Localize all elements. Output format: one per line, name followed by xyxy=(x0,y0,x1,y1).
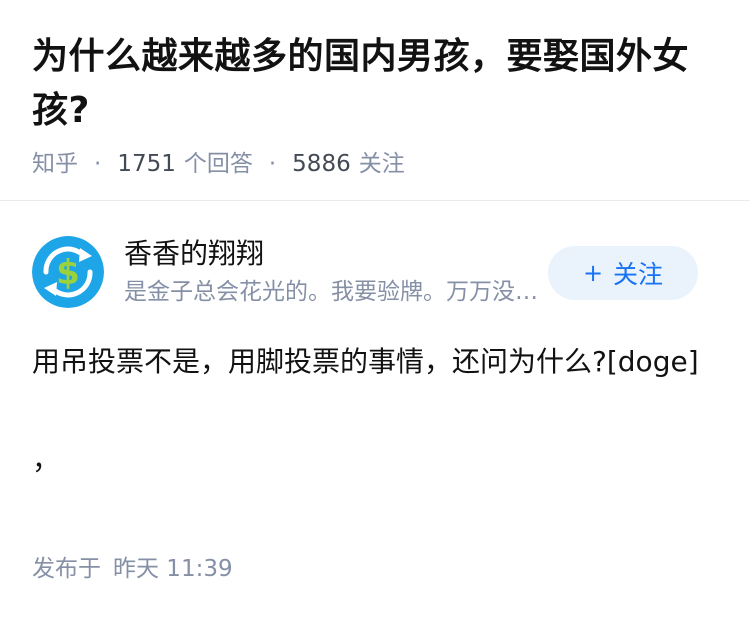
answers-label: 个回答 xyxy=(183,151,253,177)
publish-time: 发布于 昨天 11:39 xyxy=(32,552,233,586)
avatar[interactable]: $ xyxy=(32,236,104,308)
publish-time-value: 昨天 11:39 xyxy=(113,556,233,582)
dollar-exchange-icon: $ xyxy=(32,236,104,308)
author-info: 香香的翔翔 是金子总会花光的。我要验牌。万万没想到 xyxy=(124,236,542,308)
question-header: 为什么越来越多的国内男孩，要娶国外女孩? 知乎 · 1751 个回答 · 588… xyxy=(32,30,722,180)
answer-paragraph: ， xyxy=(32,443,61,476)
question-meta: 知乎 · 1751 个回答 · 5886 关注 xyxy=(32,148,722,180)
publish-label: 发布于 xyxy=(32,556,101,582)
followers-count: 5886 xyxy=(292,151,351,177)
answer-paragraph: 用吊投票不是，用脚投票的事情，还问为什么?[doge] xyxy=(32,345,699,378)
plus-icon: + xyxy=(582,259,604,287)
author-card: $ 香香的翔翔 是金子总会花光的。我要验牌。万万没想到 + 关注 xyxy=(32,236,702,308)
author-name[interactable]: 香香的翔翔 xyxy=(124,236,542,272)
meta-separator: · xyxy=(268,151,277,177)
follow-button[interactable]: + 关注 xyxy=(548,246,698,300)
answer-content: 用吊投票不是，用脚投票的事情，还问为什么?[doge] ， xyxy=(32,338,712,484)
section-divider xyxy=(0,200,750,201)
author-bio: 是金子总会花光的。我要验牌。万万没想到 xyxy=(124,279,542,305)
question-title[interactable]: 为什么越来越多的国内男孩，要娶国外女孩? xyxy=(32,30,722,138)
followers-label: 关注 xyxy=(358,151,405,177)
follow-label: 关注 xyxy=(613,260,664,289)
answers-count: 1751 xyxy=(117,151,176,177)
svg-text:$: $ xyxy=(56,253,80,293)
meta-separator: · xyxy=(94,151,102,177)
source-label[interactable]: 知乎 xyxy=(32,148,78,180)
